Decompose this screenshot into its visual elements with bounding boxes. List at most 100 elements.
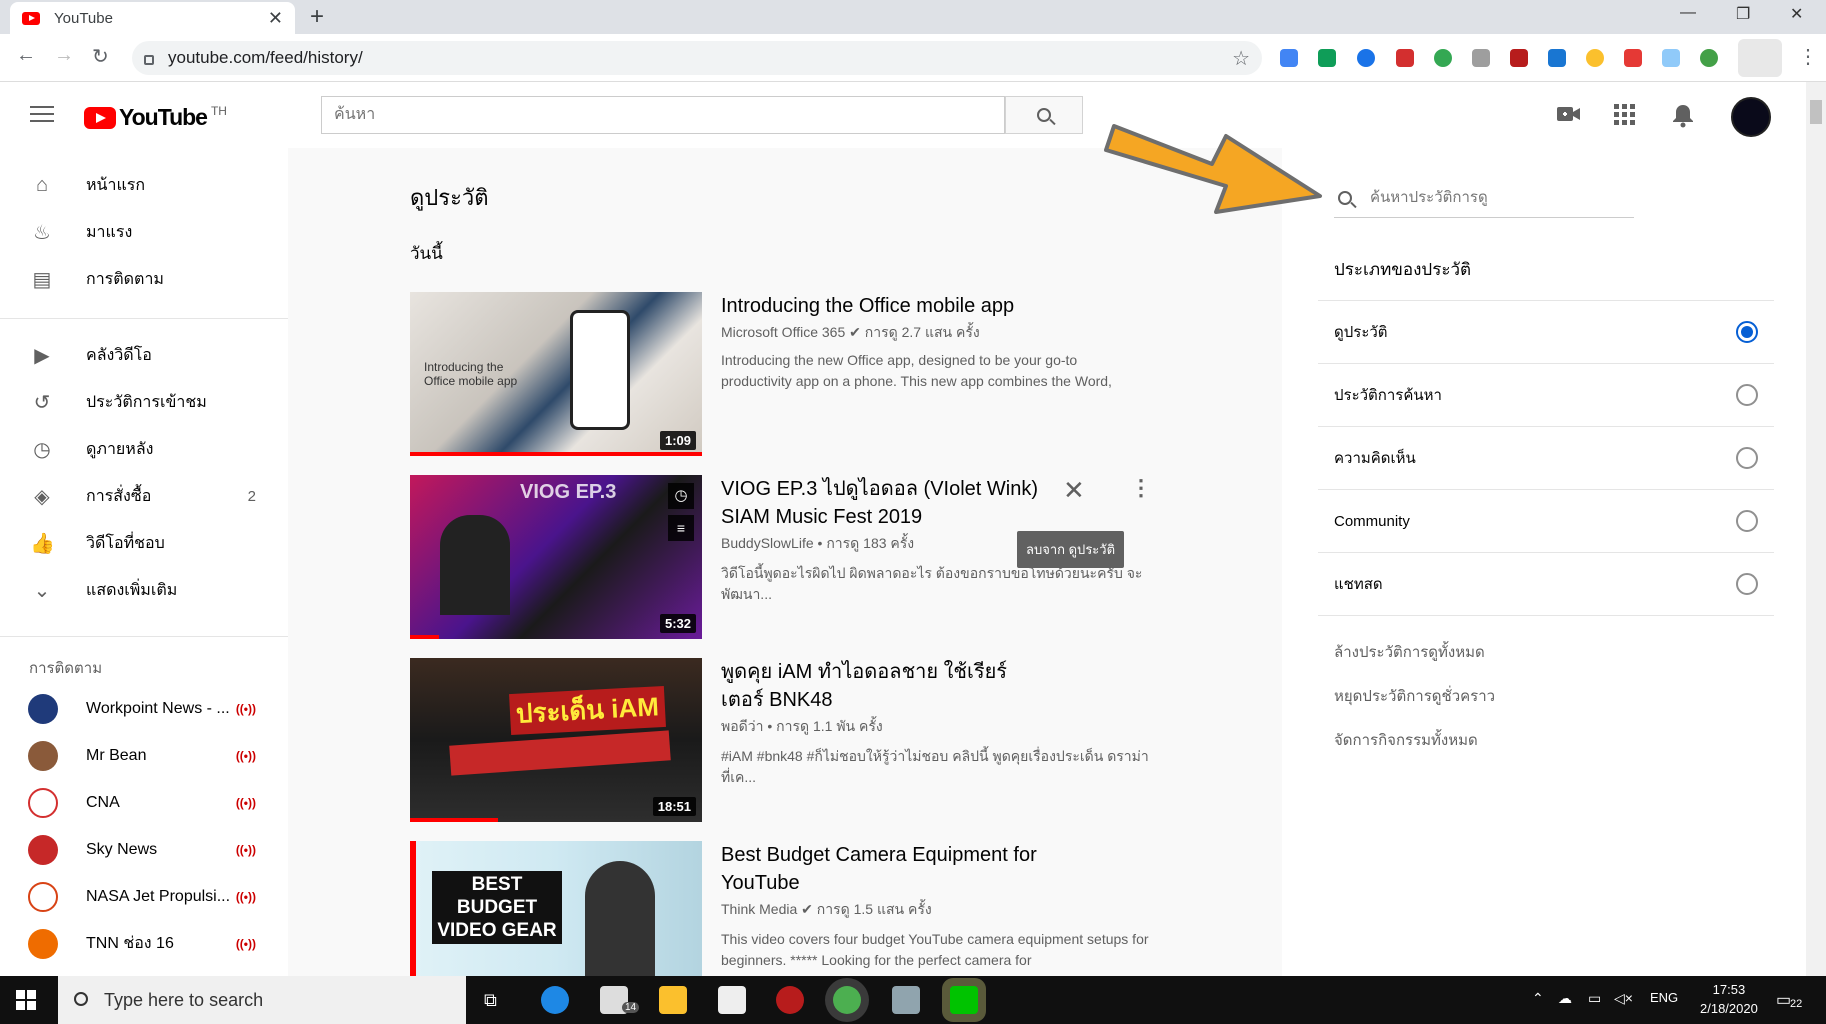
- user-avatar[interactable]: [1731, 97, 1771, 137]
- video-title[interactable]: VIOG EP.3 ไปดูไอดอล (VIolet Wink) SIAM M…: [721, 475, 1051, 531]
- sidebar-channel[interactable]: TNN ช่อง 16 ((•)): [0, 920, 288, 967]
- clear-history-link[interactable]: ล้างประวัติการดูทั้งหมด: [1334, 640, 1485, 664]
- video-title[interactable]: Best Budget Camera Equipment for YouTube: [721, 841, 1051, 897]
- ext-blue-icon[interactable]: [1357, 49, 1375, 67]
- apps-grid-icon[interactable]: [1614, 104, 1636, 132]
- video-thumbnail[interactable]: VIOG EP.3 ◷ ≡ 5:32: [410, 475, 702, 639]
- ext-grid-icon[interactable]: [1548, 49, 1566, 67]
- history-video-item[interactable]: VIOG EP.3 ◷ ≡ 5:32 VIOG EP.3 ไปดูไอดอล (…: [410, 475, 1170, 645]
- line-app-icon[interactable]: [950, 986, 978, 1014]
- sidebar-item-liked[interactable]: 👍 วิดีโอที่ชอบ: [0, 520, 288, 567]
- sidebar-item-purchases[interactable]: ◈ การสั่งซื้อ 2: [0, 473, 288, 520]
- video-thumbnail[interactable]: ประเด็น iAM 18:51: [410, 658, 702, 822]
- notification-center-icon[interactable]: ▭: [1776, 990, 1791, 1010]
- ext-red-icon[interactable]: [1396, 49, 1414, 67]
- search-input[interactable]: [322, 97, 1004, 133]
- sidebar-channel[interactable]: CNA ((•)): [0, 779, 288, 826]
- battery-icon[interactable]: ▭: [1588, 990, 1601, 1007]
- watch-later-icon[interactable]: ◷: [668, 483, 694, 509]
- windows-start-icon[interactable]: [16, 990, 36, 1010]
- history-type-community[interactable]: Community: [1318, 490, 1774, 552]
- sidebar-item-home[interactable]: ⌂ หน้าแรก: [0, 162, 288, 209]
- chrome-icon[interactable]: [833, 986, 861, 1014]
- video-title[interactable]: Introducing the Office mobile app: [721, 292, 1051, 320]
- sidebar-channel[interactable]: Workpoint News - ... ((•)): [0, 685, 288, 732]
- menu-hamburger-icon[interactable]: [30, 106, 54, 122]
- bookmark-star-icon[interactable]: ☆: [1232, 46, 1250, 71]
- volume-icon[interactable]: ◁×: [1614, 990, 1633, 1007]
- pause-history-link[interactable]: หยุดประวัติการดูชั่วคราว: [1334, 684, 1495, 708]
- close-tab-icon[interactable]: ✕: [268, 8, 283, 29]
- ext-stop-icon[interactable]: [1624, 49, 1642, 67]
- ext-chrome-icon[interactable]: [1586, 49, 1604, 67]
- store-icon[interactable]: [718, 986, 746, 1014]
- channel-name[interactable]: พอดีว่า: [721, 718, 763, 734]
- camera-ext-icon[interactable]: [1472, 49, 1490, 67]
- browser-menu-icon[interactable]: ⋮: [1798, 44, 1818, 69]
- sidebar-item-trending[interactable]: ♨ มาแรง: [0, 209, 288, 256]
- radio-icon[interactable]: [1736, 573, 1758, 595]
- channel-name[interactable]: Microsoft Office 365: [721, 324, 845, 340]
- sidebar-item-library[interactable]: ▶ คลังวิดีโอ: [0, 332, 288, 379]
- manage-activity-link[interactable]: จัดการกิจกรรมทั้งหมด: [1334, 728, 1478, 752]
- taskbar-search[interactable]: Type here to search: [58, 976, 466, 1024]
- forward-icon[interactable]: →: [54, 44, 74, 67]
- scrollbar-thumb[interactable]: [1810, 100, 1822, 124]
- app-window-icon[interactable]: [892, 986, 920, 1014]
- history-type-comments[interactable]: ความคิดเห็น: [1318, 427, 1774, 489]
- restore-icon[interactable]: ❐: [1736, 4, 1750, 24]
- radio-icon[interactable]: [1736, 510, 1758, 532]
- reload-icon[interactable]: ↻: [92, 44, 109, 69]
- sidebar-channel[interactable]: Mr Bean ((•)): [0, 732, 288, 779]
- ext-mail-icon[interactable]: [1662, 49, 1680, 67]
- drive-ext-icon[interactable]: [1318, 49, 1336, 67]
- channel-name[interactable]: Think Media: [721, 901, 797, 917]
- add-to-queue-icon[interactable]: ≡: [668, 515, 694, 541]
- youtube-logo[interactable]: YouTube TH: [84, 104, 227, 131]
- video-title[interactable]: พูดคุย iAM ทำไอดอลชาย ใช้เรียร์ เตอร์ BN…: [721, 658, 1051, 714]
- sidebar-item-subscriptions[interactable]: ▤ การติดตาม: [0, 256, 288, 303]
- app-red-icon[interactable]: [776, 986, 804, 1014]
- history-type-live-chat[interactable]: แชทสด: [1318, 553, 1774, 615]
- search-button[interactable]: [1005, 96, 1083, 134]
- video-thumbnail[interactable]: Introducing the Office mobile app 1:09: [410, 292, 702, 456]
- tray-chevron-icon[interactable]: ⌃: [1532, 990, 1544, 1007]
- translate-ext-icon[interactable]: [1280, 49, 1298, 67]
- omnibox[interactable]: youtube.com/feed/history/ ☆: [132, 41, 1262, 75]
- taskbar-clock[interactable]: 17:53 2/18/2020: [1700, 980, 1758, 1018]
- create-video-icon[interactable]: [1556, 104, 1582, 130]
- new-tab-icon[interactable]: +: [310, 3, 324, 31]
- history-type-search[interactable]: ประวัติการค้นหา: [1318, 364, 1774, 426]
- radio-selected-icon[interactable]: [1736, 321, 1758, 343]
- notifications-bell-icon[interactable]: [1672, 104, 1694, 134]
- radio-icon[interactable]: [1736, 447, 1758, 469]
- sidebar-item-history[interactable]: ↺ ประวัติการเข้าชม: [0, 379, 288, 426]
- ext-globe-icon[interactable]: [1700, 49, 1718, 67]
- history-video-item[interactable]: BEST BUDGET VIDEO GEAR Best Budget Camer…: [410, 841, 1170, 976]
- minimize-icon[interactable]: —: [1680, 4, 1696, 22]
- radio-icon[interactable]: [1736, 384, 1758, 406]
- profile-avatar[interactable]: [1738, 39, 1782, 77]
- sidebar-channel[interactable]: Sky News ((•)): [0, 826, 288, 873]
- task-view-icon[interactable]: ⧉: [484, 990, 497, 1011]
- language-indicator[interactable]: ENG: [1650, 990, 1678, 1005]
- sidebar-item-show-more[interactable]: ⌄ แสดงเพิ่มเติม: [0, 567, 288, 614]
- file-explorer-icon[interactable]: [659, 986, 687, 1014]
- history-search-input[interactable]: [1370, 189, 1600, 206]
- history-video-item[interactable]: Introducing the Office mobile app 1:09 I…: [410, 292, 1170, 462]
- sidebar-item-watch-later[interactable]: ◷ ดูภายหลัง: [0, 426, 288, 473]
- edge-browser-icon[interactable]: [541, 986, 569, 1014]
- history-video-item[interactable]: ประเด็น iAM 18:51 พูดคุย iAM ทำไอดอลชาย …: [410, 658, 1170, 828]
- sidebar-channel[interactable]: NASA Jet Propulsi... ((•)): [0, 873, 288, 920]
- browser-tab[interactable]: YouTube ✕: [10, 2, 295, 34]
- close-window-icon[interactable]: ✕: [1790, 4, 1803, 24]
- ext-green-icon[interactable]: [1434, 49, 1452, 67]
- more-actions-icon[interactable]: ⋮: [1130, 475, 1152, 501]
- remove-from-history-icon[interactable]: ✕: [1063, 475, 1085, 506]
- page-scrollbar[interactable]: [1806, 82, 1826, 976]
- video-thumbnail[interactable]: BEST BUDGET VIDEO GEAR: [410, 841, 702, 976]
- channel-name[interactable]: BuddySlowLife: [721, 535, 814, 551]
- pdf-ext-icon[interactable]: [1510, 49, 1528, 67]
- onedrive-icon[interactable]: ☁: [1558, 990, 1572, 1007]
- history-type-watch[interactable]: ดูประวัติ: [1318, 301, 1774, 363]
